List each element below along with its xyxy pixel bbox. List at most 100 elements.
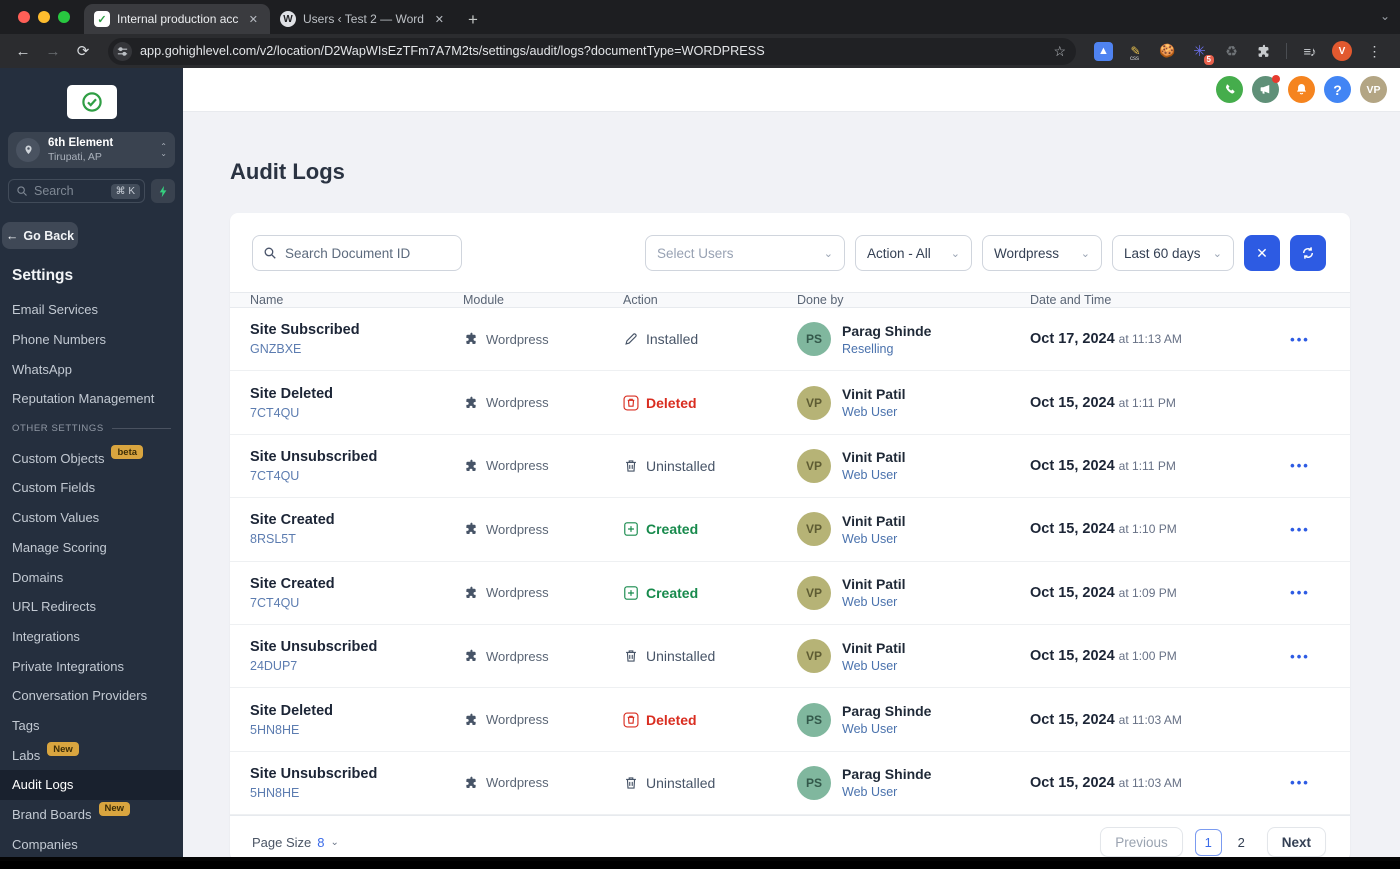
row-document-id-link[interactable]: 7CT4QU xyxy=(250,406,463,420)
page-number-2[interactable]: 2 xyxy=(1228,829,1255,856)
module-filter-dropdown[interactable]: Wordpress⌄ xyxy=(982,235,1102,271)
new-tab-button[interactable]: + xyxy=(456,10,490,34)
row-action: Uninstalled xyxy=(623,775,797,791)
row-user-role-link[interactable]: Web User xyxy=(842,468,906,482)
page-size-control[interactable]: Page Size 8 ⌄ xyxy=(252,835,339,850)
previous-page-button[interactable]: Previous xyxy=(1100,827,1183,857)
row-document-id-link[interactable]: GNZBXE xyxy=(250,342,463,356)
extension-icon-spinner[interactable]: ✳5 xyxy=(1190,42,1209,61)
row-actions-menu[interactable]: ••• xyxy=(1290,458,1310,473)
action-filter-dropdown[interactable]: Action - All⌄ xyxy=(855,235,972,271)
row-document-id-link[interactable]: 5HN8HE xyxy=(250,786,463,800)
sidebar-item-label: Email Services xyxy=(12,302,98,317)
row-actions-menu[interactable]: ••• xyxy=(1290,585,1310,600)
sidebar-item-label: Custom Objects xyxy=(12,451,104,466)
sidebar-item-private-integrations[interactable]: Private Integrations xyxy=(0,651,183,681)
browser-tab[interactable]: ✓ Internal production account [ ✕ xyxy=(84,4,270,34)
extension-icon-cookie[interactable]: 🍪 xyxy=(1158,42,1177,61)
avatar: VP xyxy=(797,512,831,546)
sidebar-item-brand-boards[interactable]: Brand Boards New xyxy=(0,800,183,830)
row-actions-menu[interactable]: ••• xyxy=(1290,775,1310,790)
tab-close-icon[interactable]: ✕ xyxy=(431,11,448,28)
zoom-window-button[interactable] xyxy=(58,11,70,23)
sidebar-item-custom-fields[interactable]: Custom Fields xyxy=(0,473,183,503)
row-user-role-link[interactable]: Reselling xyxy=(842,342,931,356)
row-document-id-link[interactable]: 7CT4QU xyxy=(250,596,463,610)
tab-close-icon[interactable]: ✕ xyxy=(245,11,262,28)
sidebar-item-whatsapp[interactable]: WhatsApp xyxy=(0,354,183,384)
user-avatar[interactable]: VP xyxy=(1360,76,1387,103)
row-actions-menu[interactable]: ••• xyxy=(1290,649,1310,664)
search-shortcut-badge: ⌘ K xyxy=(111,184,140,199)
bookmark-star-icon[interactable]: ☆ xyxy=(1053,43,1066,60)
row-user-role-link[interactable]: Web User xyxy=(842,659,906,673)
phone-button[interactable] xyxy=(1216,76,1243,103)
clear-filters-button[interactable]: ✕ xyxy=(1244,235,1280,271)
close-window-button[interactable] xyxy=(18,11,30,23)
search-icon xyxy=(263,246,277,260)
select-users-dropdown[interactable]: Select Users⌄ xyxy=(645,235,845,271)
sidebar-item-companies[interactable]: Companies xyxy=(0,829,183,859)
sidebar-item-custom-objects[interactable]: Custom Objects beta xyxy=(0,443,183,473)
row-user-role-link[interactable]: Web User xyxy=(842,785,931,799)
column-header: Action xyxy=(623,293,797,307)
back-button[interactable]: ← xyxy=(10,43,36,60)
reload-button[interactable]: ⟳ xyxy=(70,42,96,60)
page-number-1[interactable]: 1 xyxy=(1195,829,1222,856)
document-id-search-input[interactable]: Search Document ID xyxy=(252,235,462,271)
browser-menu-icon[interactable]: ⋮ xyxy=(1365,42,1384,61)
row-user-role-link[interactable]: Web User xyxy=(842,722,931,736)
notifications-button[interactable] xyxy=(1288,76,1315,103)
extension-icon-blue[interactable]: ▲ xyxy=(1094,42,1113,61)
row-document-id-link[interactable]: 7CT4QU xyxy=(250,469,463,483)
tab-favicon: W xyxy=(280,11,296,27)
table-row: Site Created 8RSL5T Wordpress Created VP… xyxy=(230,498,1350,561)
row-actions-menu[interactable]: ••• xyxy=(1290,332,1310,347)
site-info-icon[interactable] xyxy=(113,42,132,61)
refresh-button[interactable] xyxy=(1290,235,1326,271)
go-back-button[interactable]: ← Go Back xyxy=(2,222,78,249)
tab-favicon: ✓ xyxy=(94,11,110,27)
browser-tab[interactable]: W Users ‹ Test 2 — WordPress ✕ xyxy=(270,4,456,34)
minimize-window-button[interactable] xyxy=(38,11,50,23)
row-actions-menu[interactable]: ••• xyxy=(1290,522,1310,537)
help-button[interactable]: ? xyxy=(1324,76,1351,103)
quick-actions-button[interactable] xyxy=(151,179,175,203)
sidebar-search-input[interactable]: Search ⌘ K xyxy=(8,179,145,203)
location-switcher[interactable]: 6th Element Tirupati, AP ⌃⌄ xyxy=(8,132,175,168)
sidebar-item-email-services[interactable]: Email Services xyxy=(0,295,183,325)
forward-button[interactable]: → xyxy=(40,43,66,60)
row-document-id-link[interactable]: 24DUP7 xyxy=(250,659,463,673)
row-document-id-link[interactable]: 8RSL5T xyxy=(250,532,463,546)
browser-toolbar: ← → ⟳ app.gohighlevel.com/v2/location/D2… xyxy=(0,34,1400,68)
sidebar-item-manage-scoring[interactable]: Manage Scoring xyxy=(0,533,183,563)
sidebar-item-tags[interactable]: Tags xyxy=(0,711,183,741)
sidebar-item-url-redirects[interactable]: URL Redirects xyxy=(0,592,183,622)
sidebar-item-custom-values[interactable]: Custom Values xyxy=(0,503,183,533)
sidebar-item-conversation-providers[interactable]: Conversation Providers xyxy=(0,681,183,711)
media-controls-icon[interactable]: ≡♪ xyxy=(1300,42,1319,61)
browser-profile-avatar[interactable]: V xyxy=(1332,41,1352,61)
tab-strip: ✓ Internal production account [ ✕ W User… xyxy=(0,0,1400,34)
extension-icon-recycle[interactable]: ♻ xyxy=(1222,42,1241,61)
row-user-role-link[interactable]: Web User xyxy=(842,595,906,609)
next-page-button[interactable]: Next xyxy=(1267,827,1326,857)
sidebar-item-domains[interactable]: Domains xyxy=(0,562,183,592)
sidebar-item-phone-numbers[interactable]: Phone Numbers xyxy=(0,325,183,355)
date-range-dropdown[interactable]: Last 60 days⌄ xyxy=(1112,235,1234,271)
sidebar-item-labs[interactable]: Labs New xyxy=(0,740,183,770)
sidebar-item-reputation-management[interactable]: Reputation Management xyxy=(0,384,183,414)
sidebar-item-audit-logs[interactable]: Audit Logs xyxy=(0,770,183,800)
announcements-button[interactable] xyxy=(1252,76,1279,103)
extension-icon-css[interactable]: ✎css xyxy=(1126,42,1145,61)
tab-search-icon[interactable]: ⌄ xyxy=(1380,9,1390,23)
extensions-menu-icon[interactable] xyxy=(1254,42,1273,61)
row-user-role-link[interactable]: Web User xyxy=(842,532,906,546)
sidebar-item-integrations[interactable]: Integrations xyxy=(0,622,183,652)
row-user-role-link[interactable]: Web User xyxy=(842,405,906,419)
row-action: Uninstalled xyxy=(623,648,797,664)
address-bar[interactable]: app.gohighlevel.com/v2/location/D2WapWIs… xyxy=(108,38,1076,65)
row-document-id-link[interactable]: 5HN8HE xyxy=(250,723,463,737)
avatar: VP xyxy=(797,576,831,610)
action-filter-value: Action - All xyxy=(867,246,931,261)
